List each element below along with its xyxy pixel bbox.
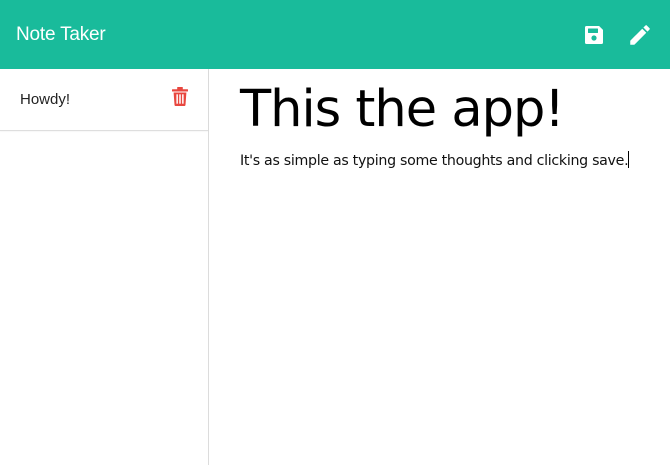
navbar: Note Taker [0,0,670,69]
app-brand[interactable]: Note Taker [16,24,106,46]
note-list-item-title: Howdy! [20,91,71,108]
nav-actions [578,19,656,51]
save-note-button[interactable] [578,19,610,51]
note-editor: This the app! It's as simple as typing s… [209,69,670,465]
new-note-button[interactable] [624,19,656,51]
note-title-input[interactable]: This the app! [240,83,660,137]
delete-note-button[interactable] [170,86,190,108]
save-icon [585,25,603,44]
note-text-area[interactable]: It's as simple as typing some thoughts a… [240,150,640,169]
text-cursor [628,150,630,168]
pencil-icon [630,24,650,45]
trash-icon [172,87,188,106]
note-text-content: It's as simple as typing some thoughts a… [240,152,629,169]
notes-sidebar: Howdy! [0,69,209,465]
note-list-item[interactable]: Howdy! [0,69,208,131]
